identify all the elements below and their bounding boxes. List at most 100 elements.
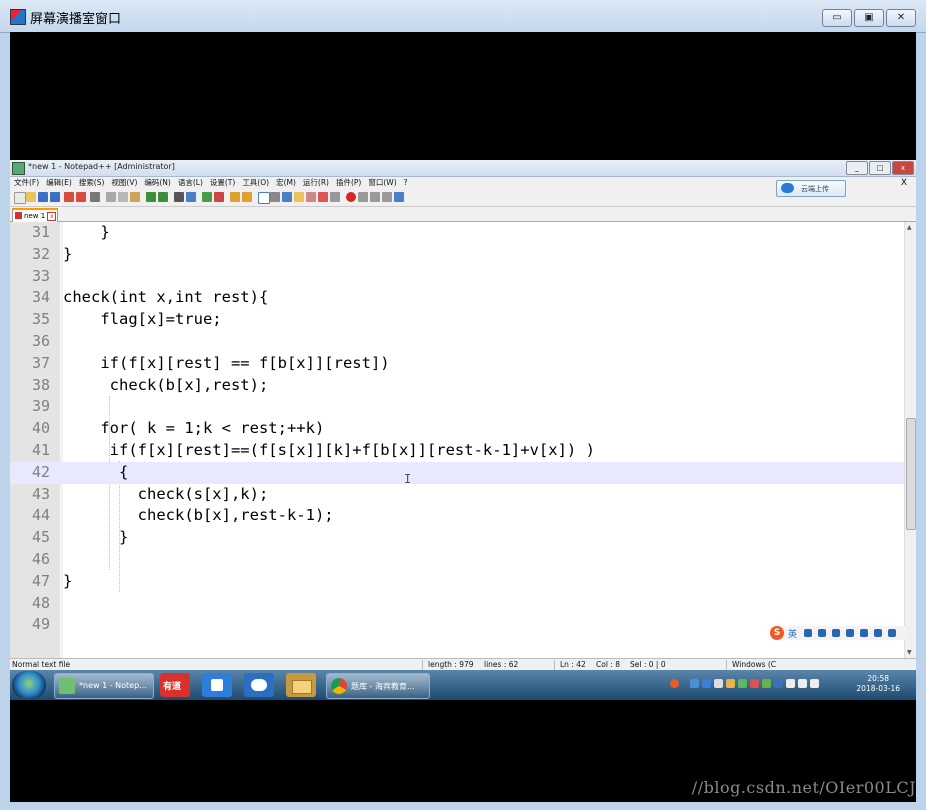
npp-minimize-button[interactable]: _ <box>846 161 868 175</box>
outer-maximize-button[interactable]: ▣ <box>854 9 884 27</box>
pencil-icon <box>211 679 223 691</box>
punctuation-icon[interactable] <box>804 629 812 637</box>
menu-search[interactable]: 搜索(S) <box>79 177 105 189</box>
zoom-out-icon[interactable] <box>214 192 224 202</box>
menu-encoding[interactable]: 编码(N) <box>144 177 170 189</box>
menu-tools[interactable]: 工具(O) <box>242 177 269 189</box>
vertical-scrollbar[interactable]: ▲ ▼ <box>904 222 916 658</box>
code-line: 44 check(b[x],rest-k-1); <box>31 506 334 525</box>
code-line: 36 <box>31 332 50 350</box>
tools-icon[interactable] <box>888 629 896 637</box>
save-icon[interactable] <box>38 192 48 202</box>
new-file-icon[interactable] <box>14 192 26 204</box>
word-wrap-icon[interactable] <box>258 192 270 204</box>
replace-icon[interactable] <box>186 192 196 202</box>
tray-icon[interactable] <box>762 679 771 688</box>
menubar-close-doc-button[interactable]: X <box>901 177 907 189</box>
status-eol: Windows (C <box>732 660 777 669</box>
sogou-tray-icon[interactable] <box>670 679 679 688</box>
menu-run[interactable]: 运行(R) <box>303 177 329 189</box>
menu-macro[interactable]: 宏(M) <box>276 177 296 189</box>
code-line: 37 if(f[x][rest] == f[b[x]][rest]) <box>31 353 390 372</box>
find-icon[interactable] <box>174 192 184 202</box>
menu-file[interactable]: 文件(F) <box>14 177 39 189</box>
ime-language-toggle[interactable]: 英 <box>788 627 797 640</box>
taskbar-baidu-cloud[interactable] <box>244 673 274 697</box>
scroll-up-icon[interactable]: ▲ <box>907 224 912 231</box>
zoom-in-icon[interactable] <box>202 192 212 202</box>
function-list-icon[interactable] <box>318 192 328 202</box>
taskbar-chrome[interactable]: 题库 - 海宾教育... <box>326 673 430 699</box>
menu-edit[interactable]: 编辑(E) <box>46 177 72 189</box>
indent-guide-icon[interactable] <box>282 192 292 202</box>
voice-icon[interactable] <box>832 629 840 637</box>
print-icon[interactable] <box>90 192 100 202</box>
npp-close-button[interactable]: x <box>892 161 914 175</box>
udl-icon[interactable] <box>294 192 304 202</box>
cut-icon[interactable] <box>106 192 116 202</box>
doc-map-icon[interactable] <box>306 192 316 202</box>
npp-window-controls: _ □ x <box>846 161 914 175</box>
undo-icon[interactable] <box>146 192 156 202</box>
run-macro-multiple-icon[interactable] <box>382 192 392 202</box>
action-center-flag-icon[interactable] <box>798 679 807 688</box>
scrollbar-thumb[interactable] <box>906 418 916 530</box>
tray-icon[interactable] <box>738 679 747 688</box>
menu-plugins[interactable]: 插件(P) <box>336 177 361 189</box>
play-macro-icon[interactable] <box>370 192 380 202</box>
npp-maximize-button[interactable]: □ <box>869 161 891 175</box>
redo-icon[interactable] <box>158 192 168 202</box>
menu-window[interactable]: 窗口(W) <box>368 177 396 189</box>
network-icon[interactable] <box>786 679 795 688</box>
text-cursor-icon: I <box>404 472 412 486</box>
menu-help[interactable]: ? <box>404 177 408 189</box>
tray-icon[interactable] <box>774 679 783 688</box>
tab-close-icon[interactable]: x <box>47 212 57 221</box>
taskbar-explorer[interactable] <box>286 673 316 697</box>
sync-h-icon[interactable] <box>242 192 252 202</box>
taskbar-youdao[interactable]: 有道 <box>160 673 190 697</box>
close-file-icon[interactable] <box>64 192 74 202</box>
tray-icon[interactable] <box>750 679 759 688</box>
emoji-icon[interactable] <box>818 629 826 637</box>
tray-icon[interactable] <box>714 679 723 688</box>
paste-icon[interactable] <box>130 192 140 202</box>
scroll-down-icon[interactable]: ▼ <box>907 649 912 656</box>
folder-workspace-icon[interactable] <box>330 192 340 202</box>
save-macro-icon[interactable] <box>394 192 404 202</box>
taskbar-npp[interactable]: *new 1 - Notep... <box>54 673 154 699</box>
stop-macro-icon[interactable] <box>358 192 368 202</box>
status-length: length : 979 <box>428 660 474 669</box>
cloud-upload-button[interactable]: 云端上传 <box>776 180 846 197</box>
taskbar-note-app[interactable] <box>202 673 232 697</box>
menu-language[interactable]: 语言(L) <box>178 177 203 189</box>
sogou-ime-icon[interactable]: S <box>770 626 784 640</box>
code-line: 33 <box>31 266 50 285</box>
open-file-icon[interactable] <box>26 192 36 202</box>
sync-v-icon[interactable] <box>230 192 240 202</box>
start-button[interactable] <box>12 671 46 699</box>
black-area-top <box>10 32 916 160</box>
outer-window-titlebar: 屏幕演播室窗口 ▭ ▣ ✕ <box>0 0 926 33</box>
copy-icon[interactable] <box>118 192 128 202</box>
volume-icon[interactable] <box>810 679 819 688</box>
npp-title: *new 1 - Notepad++ [Administrator] <box>28 162 175 171</box>
menu-settings[interactable]: 设置(T) <box>210 177 235 189</box>
save-all-icon[interactable] <box>50 192 60 202</box>
tab-new-1[interactable]: new 1 x <box>12 208 58 223</box>
outer-minimize-button[interactable]: ▭ <box>822 9 852 27</box>
taskbar-clock[interactable]: 20:58 2018-03-16 <box>856 674 900 694</box>
skin-icon[interactable] <box>874 629 882 637</box>
tray-icon[interactable] <box>726 679 735 688</box>
user-icon[interactable] <box>860 629 868 637</box>
keyboard-icon[interactable] <box>846 629 854 637</box>
code-line: 40 for( k = 1;k < rest;++k) <box>31 419 325 438</box>
outer-close-button[interactable]: ✕ <box>886 9 916 27</box>
menu-view[interactable]: 视图(V) <box>111 177 137 189</box>
tray-icon[interactable] <box>690 679 699 688</box>
close-all-icon[interactable] <box>76 192 86 202</box>
tray-icon[interactable] <box>702 679 711 688</box>
record-macro-icon[interactable] <box>346 192 356 202</box>
code-editor[interactable]: 31 } 32} 33 34 check(int x,int rest){ 35 … <box>10 222 916 658</box>
show-all-chars-icon[interactable] <box>270 192 280 202</box>
